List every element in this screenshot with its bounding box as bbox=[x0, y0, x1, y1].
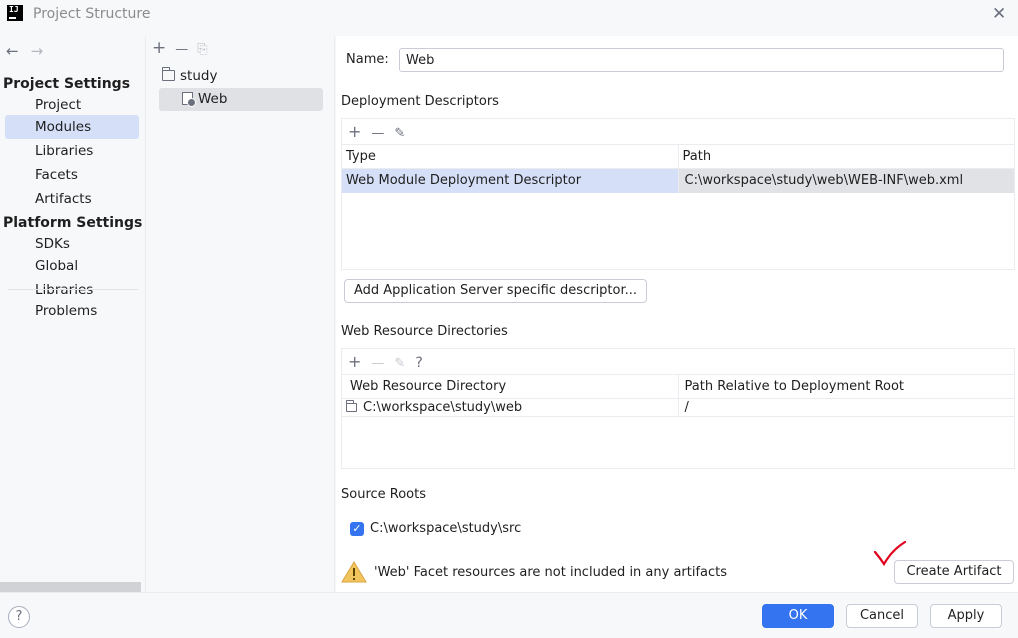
nav-section-platform-settings: Platform Settings bbox=[3, 215, 143, 231]
nav-item-artifacts[interactable]: Artifacts bbox=[5, 187, 139, 211]
remove-icon[interactable]: — bbox=[371, 126, 384, 141]
add-icon[interactable]: + bbox=[348, 122, 361, 141]
add-icon[interactable]: + bbox=[348, 352, 361, 371]
cell-type[interactable]: Web Module Deployment Descriptor bbox=[342, 169, 679, 193]
source-root-path: C:\workspace\study\src bbox=[370, 521, 522, 536]
table-row[interactable]: Web Module Deployment Descriptor C:\work… bbox=[342, 169, 1014, 193]
deployment-descriptors-title: Deployment Descriptors bbox=[341, 94, 499, 109]
table-row[interactable]: C:\workspace\study\web / bbox=[342, 399, 1014, 417]
nav-item-problems[interactable]: Problems bbox=[5, 299, 139, 323]
ok-button[interactable]: OK bbox=[762, 604, 834, 628]
nav-item-project[interactable]: Project bbox=[5, 93, 139, 117]
cell-relative-path[interactable]: / bbox=[679, 399, 1015, 416]
logo-text: IJ bbox=[9, 5, 19, 14]
cancel-button[interactable]: Cancel bbox=[846, 604, 918, 628]
nav-horizontal-scrollbar[interactable] bbox=[0, 582, 141, 592]
warning-text: 'Web' Facet resources are not included i… bbox=[374, 565, 728, 580]
folder-icon bbox=[162, 67, 175, 81]
edit-pencil-icon[interactable]: ✎ bbox=[394, 356, 405, 371]
warning-icon bbox=[341, 561, 367, 583]
column-header-path[interactable]: Path bbox=[679, 145, 1015, 168]
title-bar bbox=[0, 0, 1018, 30]
forward-arrow-icon[interactable]: → bbox=[31, 42, 44, 60]
copy-icon[interactable]: ⎘ bbox=[197, 42, 207, 57]
column-header-relative-path[interactable]: Path Relative to Deployment Root bbox=[679, 375, 1015, 398]
module-tree-panel bbox=[147, 36, 335, 592]
tree-item-study[interactable]: study bbox=[160, 65, 320, 88]
back-arrow-icon[interactable]: ← bbox=[6, 42, 19, 60]
name-label: Name: bbox=[346, 52, 389, 67]
remove-icon[interactable]: — bbox=[371, 356, 384, 371]
nav-item-sdks[interactable]: SDKs bbox=[5, 232, 139, 256]
name-input[interactable] bbox=[399, 48, 1004, 72]
cell-directory-text: C:\workspace\study\web bbox=[363, 400, 523, 415]
column-header-web-resource-directory[interactable]: Web Resource Directory bbox=[342, 375, 679, 398]
remove-icon[interactable]: — bbox=[175, 42, 188, 57]
tree-item-label: study bbox=[180, 68, 218, 84]
apply-button[interactable]: Apply bbox=[930, 604, 1002, 628]
column-header-type[interactable]: Type bbox=[342, 145, 679, 168]
tree-item-web[interactable]: Web bbox=[159, 88, 323, 111]
nav-item-libraries[interactable]: Libraries bbox=[5, 139, 139, 163]
create-artifact-button[interactable]: Create Artifact bbox=[894, 560, 1014, 584]
help-icon[interactable]: ? bbox=[415, 355, 422, 371]
folder-icon bbox=[346, 400, 357, 412]
source-root-checkbox[interactable]: ✓ bbox=[350, 522, 364, 536]
deployment-table-header: Type Path bbox=[342, 145, 1014, 169]
cell-directory[interactable]: C:\workspace\study\web bbox=[342, 399, 679, 416]
add-icon[interactable]: + bbox=[152, 38, 166, 58]
tree-toolbar: + — ⎘ bbox=[152, 38, 217, 58]
source-roots-title: Source Roots bbox=[341, 487, 427, 502]
web-resource-directories-title: Web Resource Directories bbox=[341, 324, 508, 339]
web-resource-table-header: Web Resource Directory Path Relative to … bbox=[342, 375, 1014, 399]
add-server-descriptor-button[interactable]: Add Application Server specific descript… bbox=[344, 279, 647, 303]
deployment-descriptors-table: + — ✎ Type Path Web Module Deployment Desc… bbox=[341, 118, 1015, 270]
deployment-toolbar: + — ✎ bbox=[342, 119, 1014, 145]
cell-path[interactable]: C:\workspace\study\web\WEB-INF\web.xml bbox=[678, 169, 1014, 193]
nav-divider bbox=[8, 289, 138, 290]
nav-item-global-libraries[interactable]: Global Libraries bbox=[5, 254, 139, 298]
help-button[interactable]: ? bbox=[8, 606, 30, 628]
intellij-logo-icon: IJ bbox=[7, 5, 23, 21]
nav-arrows: ← → bbox=[6, 42, 55, 60]
close-icon[interactable]: ✕ bbox=[992, 6, 1006, 23]
nav-item-facets[interactable]: Facets bbox=[5, 163, 139, 187]
window-title: Project Structure bbox=[33, 6, 151, 22]
red-checkmark-annotation-icon bbox=[873, 540, 907, 567]
web-resource-table: + — ✎? Web Resource Directory Path Relativ… bbox=[341, 348, 1015, 469]
nav-item-modules[interactable]: Modules bbox=[5, 115, 139, 139]
nav-section-project-settings: Project Settings bbox=[3, 76, 131, 92]
edit-pencil-icon[interactable]: ✎ bbox=[394, 126, 405, 141]
web-resource-toolbar: + — ✎? bbox=[342, 349, 1014, 375]
tree-item-label: Web bbox=[198, 91, 228, 107]
web-module-icon bbox=[182, 92, 196, 107]
